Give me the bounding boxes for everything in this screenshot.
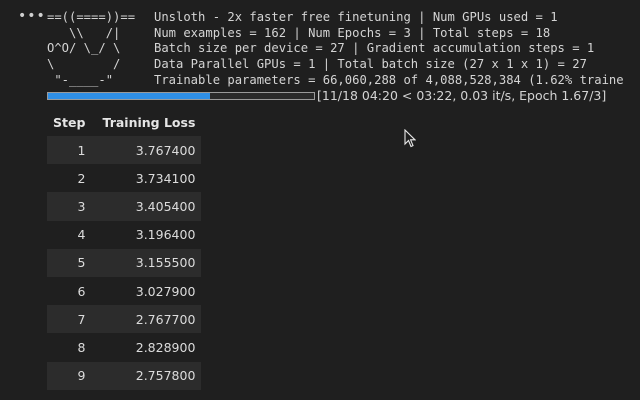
mouse-cursor-icon <box>404 129 416 148</box>
banner-ascii-art: O^O/ \_/ \ <box>47 41 121 56</box>
banner-info-text: Num examples = 162 | Num Epochs = 3 | To… <box>154 25 551 40</box>
training-progress: [11/18 04:20 < 03:22, 0.03 it/s, Epoch 1… <box>47 87 640 103</box>
cell-training-loss: 3.196400 <box>91 220 202 249</box>
cell-step: 8 <box>47 333 92 362</box>
cell-training-loss: 3.767400 <box>91 136 202 165</box>
unsloth-banner: ==((====))== Unsloth - 2x faster free fin… <box>47 10 640 88</box>
cell-training-loss: 2.828900 <box>91 333 202 362</box>
cell-step: 3 <box>47 192 92 221</box>
banner-info-text: Data Parallel GPUs = 1 | Total batch siz… <box>154 57 587 72</box>
cell-step: 6 <box>47 276 92 306</box>
banner-line: \\ /| Num examples = 162 | Num Epochs = 3… <box>47 26 640 42</box>
cell-training-loss: 3.155500 <box>91 248 202 277</box>
cell-output: ==((====))== Unsloth - 2x faster free fin… <box>47 10 640 103</box>
progress-status-text: [11/18 04:20 < 03:22, 0.03 it/s, Epoch 1… <box>317 87 607 103</box>
cell-more-actions-button[interactable]: ••• <box>18 8 46 24</box>
table-row: 4 3.196400 <box>47 220 202 249</box>
table-header-row: Step Training Loss <box>47 108 201 136</box>
banner-ascii-art: ==((====))== <box>47 10 136 24</box>
cell-step: 9 <box>47 361 92 390</box>
table-row: 8 2.828900 <box>47 333 202 362</box>
banner-info-text: Unsloth - 2x faster free finetuning | Nu… <box>154 10 558 24</box>
table-row: 6 3.027900 <box>47 276 202 306</box>
banner-info-text: Batch size per device = 27 | Gradient ac… <box>154 41 595 56</box>
table-row: 5 3.155500 <box>47 248 202 277</box>
banner-ascii-art: \ / <box>47 57 121 72</box>
table-row: 9 2.757800 <box>47 361 202 390</box>
cell-step: 2 <box>47 164 92 193</box>
cell-step: 1 <box>47 136 92 165</box>
table-row: 1 3.767400 <box>47 136 202 165</box>
cell-training-loss: 2.757800 <box>91 361 202 390</box>
progress-bar <box>47 91 315 100</box>
banner-ascii-art: \\ /| <box>47 25 121 40</box>
table-row: 2 3.734100 <box>47 164 202 193</box>
cell-training-loss: 3.027900 <box>91 276 202 306</box>
progress-bar-fill <box>48 92 211 99</box>
table-row: 7 2.767700 <box>47 305 202 334</box>
banner-line: \ / Data Parallel GPUs = 1 | Total batch … <box>47 57 640 73</box>
cell-step: 7 <box>47 305 92 334</box>
banner-line: ==((====))== Unsloth - 2x faster free fin… <box>47 10 640 26</box>
cell-training-loss: 2.767700 <box>91 305 202 334</box>
banner-ascii-art: "-____-" <box>47 72 114 87</box>
training-loss-table: Step Training Loss 1 3.767400 2 3.734100 3 3.… <box>47 108 202 390</box>
cell-step: 5 <box>47 248 92 277</box>
column-header-step: Step <box>53 114 86 130</box>
column-header-training-loss: Training Loss <box>102 114 196 130</box>
banner-line: O^O/ \_/ \ Batch size per device = 27 | G… <box>47 41 640 57</box>
cell-training-loss: 3.405400 <box>91 192 202 221</box>
cell-step: 4 <box>47 220 92 249</box>
banner-info-text: Trainable parameters = 66,060,288 of 4,0… <box>154 72 624 87</box>
cell-training-loss: 3.734100 <box>91 164 202 193</box>
banner-line: "-____-" Trainable parameters = 66,060,28… <box>47 73 640 89</box>
table-row: 3 3.405400 <box>47 192 202 221</box>
